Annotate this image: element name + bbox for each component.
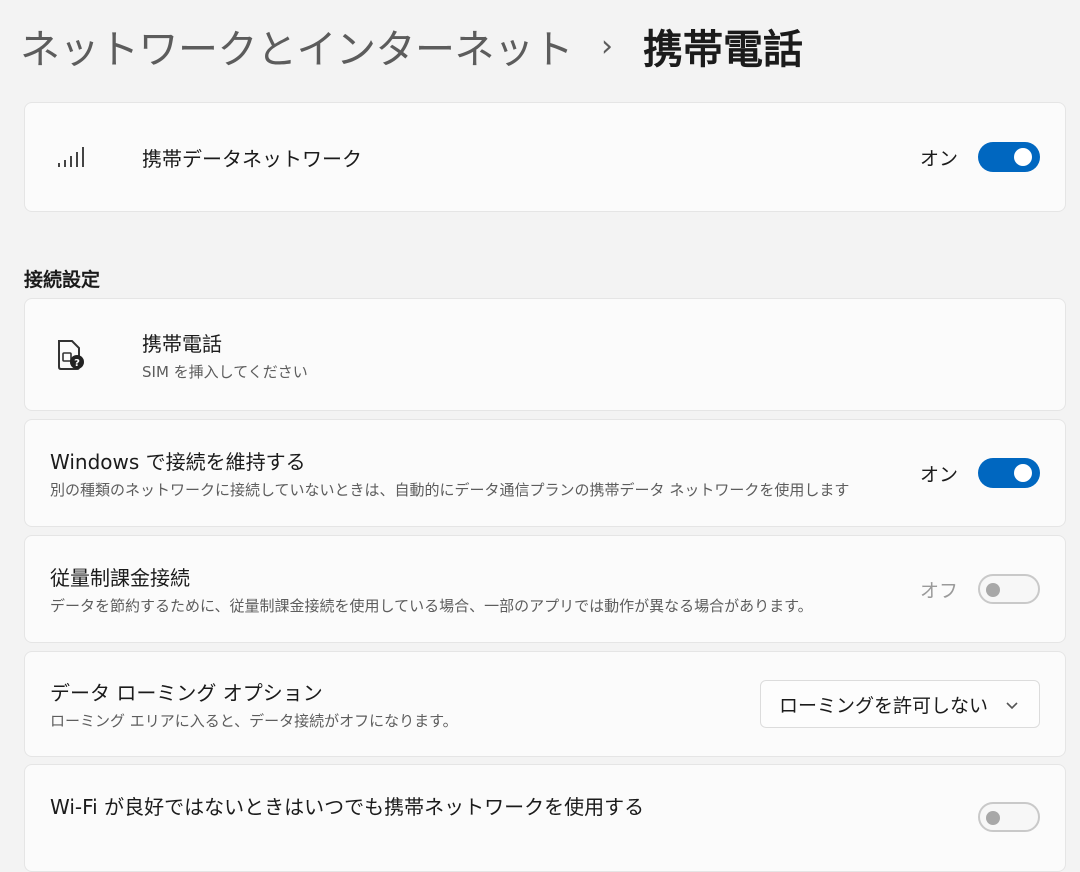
keep-connected-description: 別の種類のネットワークに接続していないときは、自動的にデータ通信プランの携帯デー… xyxy=(50,481,850,499)
svg-text:?: ? xyxy=(74,358,80,369)
wifi-fallback-toggle[interactable] xyxy=(978,802,1040,832)
roaming-option-dropdown[interactable]: ローミングを許可しない xyxy=(760,680,1040,728)
sim-subtitle: SIM を挿入してください xyxy=(142,362,308,381)
keep-connected-toggle[interactable] xyxy=(978,458,1040,488)
keep-connected-card: Windows で接続を維持する 別の種類のネットワークに接続していないときは、… xyxy=(24,419,1066,527)
signal-bars-icon xyxy=(50,137,90,177)
cellular-data-state-label: オン xyxy=(919,147,958,170)
data-roaming-description: ローミング エリアに入ると、データ接続がオフになります。 xyxy=(50,712,458,730)
sim-status-card[interactable]: ? 携帯電話 SIM を挿入してください xyxy=(24,298,1066,411)
roaming-selected-option: ローミングを許可しない xyxy=(779,694,989,717)
breadcrumb-parent-link[interactable]: ネットワークとインターネット xyxy=(20,17,574,75)
metered-connection-title: 従量制課金接続 xyxy=(50,566,190,590)
page-title: 携帯電話 xyxy=(643,27,803,73)
sim-title: 携帯電話 xyxy=(142,331,222,356)
metered-connection-state-label: オフ xyxy=(919,579,958,602)
metered-connection-toggle[interactable] xyxy=(978,574,1040,604)
cellular-data-toggle[interactable] xyxy=(978,142,1040,172)
chevron-right-icon: › xyxy=(601,28,613,64)
cellular-data-card: 携帯データネットワーク オン xyxy=(24,102,1066,212)
section-heading-connection-settings: 接続設定 xyxy=(24,269,101,291)
keep-connected-title: Windows で接続を維持する xyxy=(50,450,306,474)
cellular-data-title: 携帯データネットワーク xyxy=(142,146,362,171)
sim-card-question-icon: ? xyxy=(50,335,90,375)
data-roaming-title: データ ローミング オプション xyxy=(50,681,323,705)
breadcrumb: ネットワークとインターネット › 携帯電話 xyxy=(20,14,803,78)
keep-connected-state-label: オン xyxy=(919,463,958,486)
metered-connection-card: 従量制課金接続 データを節約するために、従量制課金接続を使用している場合、一部の… xyxy=(24,535,1066,643)
data-roaming-card: データ ローミング オプション ローミング エリアに入ると、データ接続がオフにな… xyxy=(24,651,1066,757)
wifi-fallback-title: Wi-Fi が良好ではないときはいつでも携帯ネットワークを使用する xyxy=(50,795,645,819)
chevron-down-icon xyxy=(1005,693,1019,715)
wifi-fallback-card: Wi-Fi が良好ではないときはいつでも携帯ネットワークを使用する xyxy=(24,764,1066,872)
metered-connection-description: データを節約するために、従量制課金接続を使用している場合、一部のアプリでは動作が… xyxy=(50,597,813,615)
